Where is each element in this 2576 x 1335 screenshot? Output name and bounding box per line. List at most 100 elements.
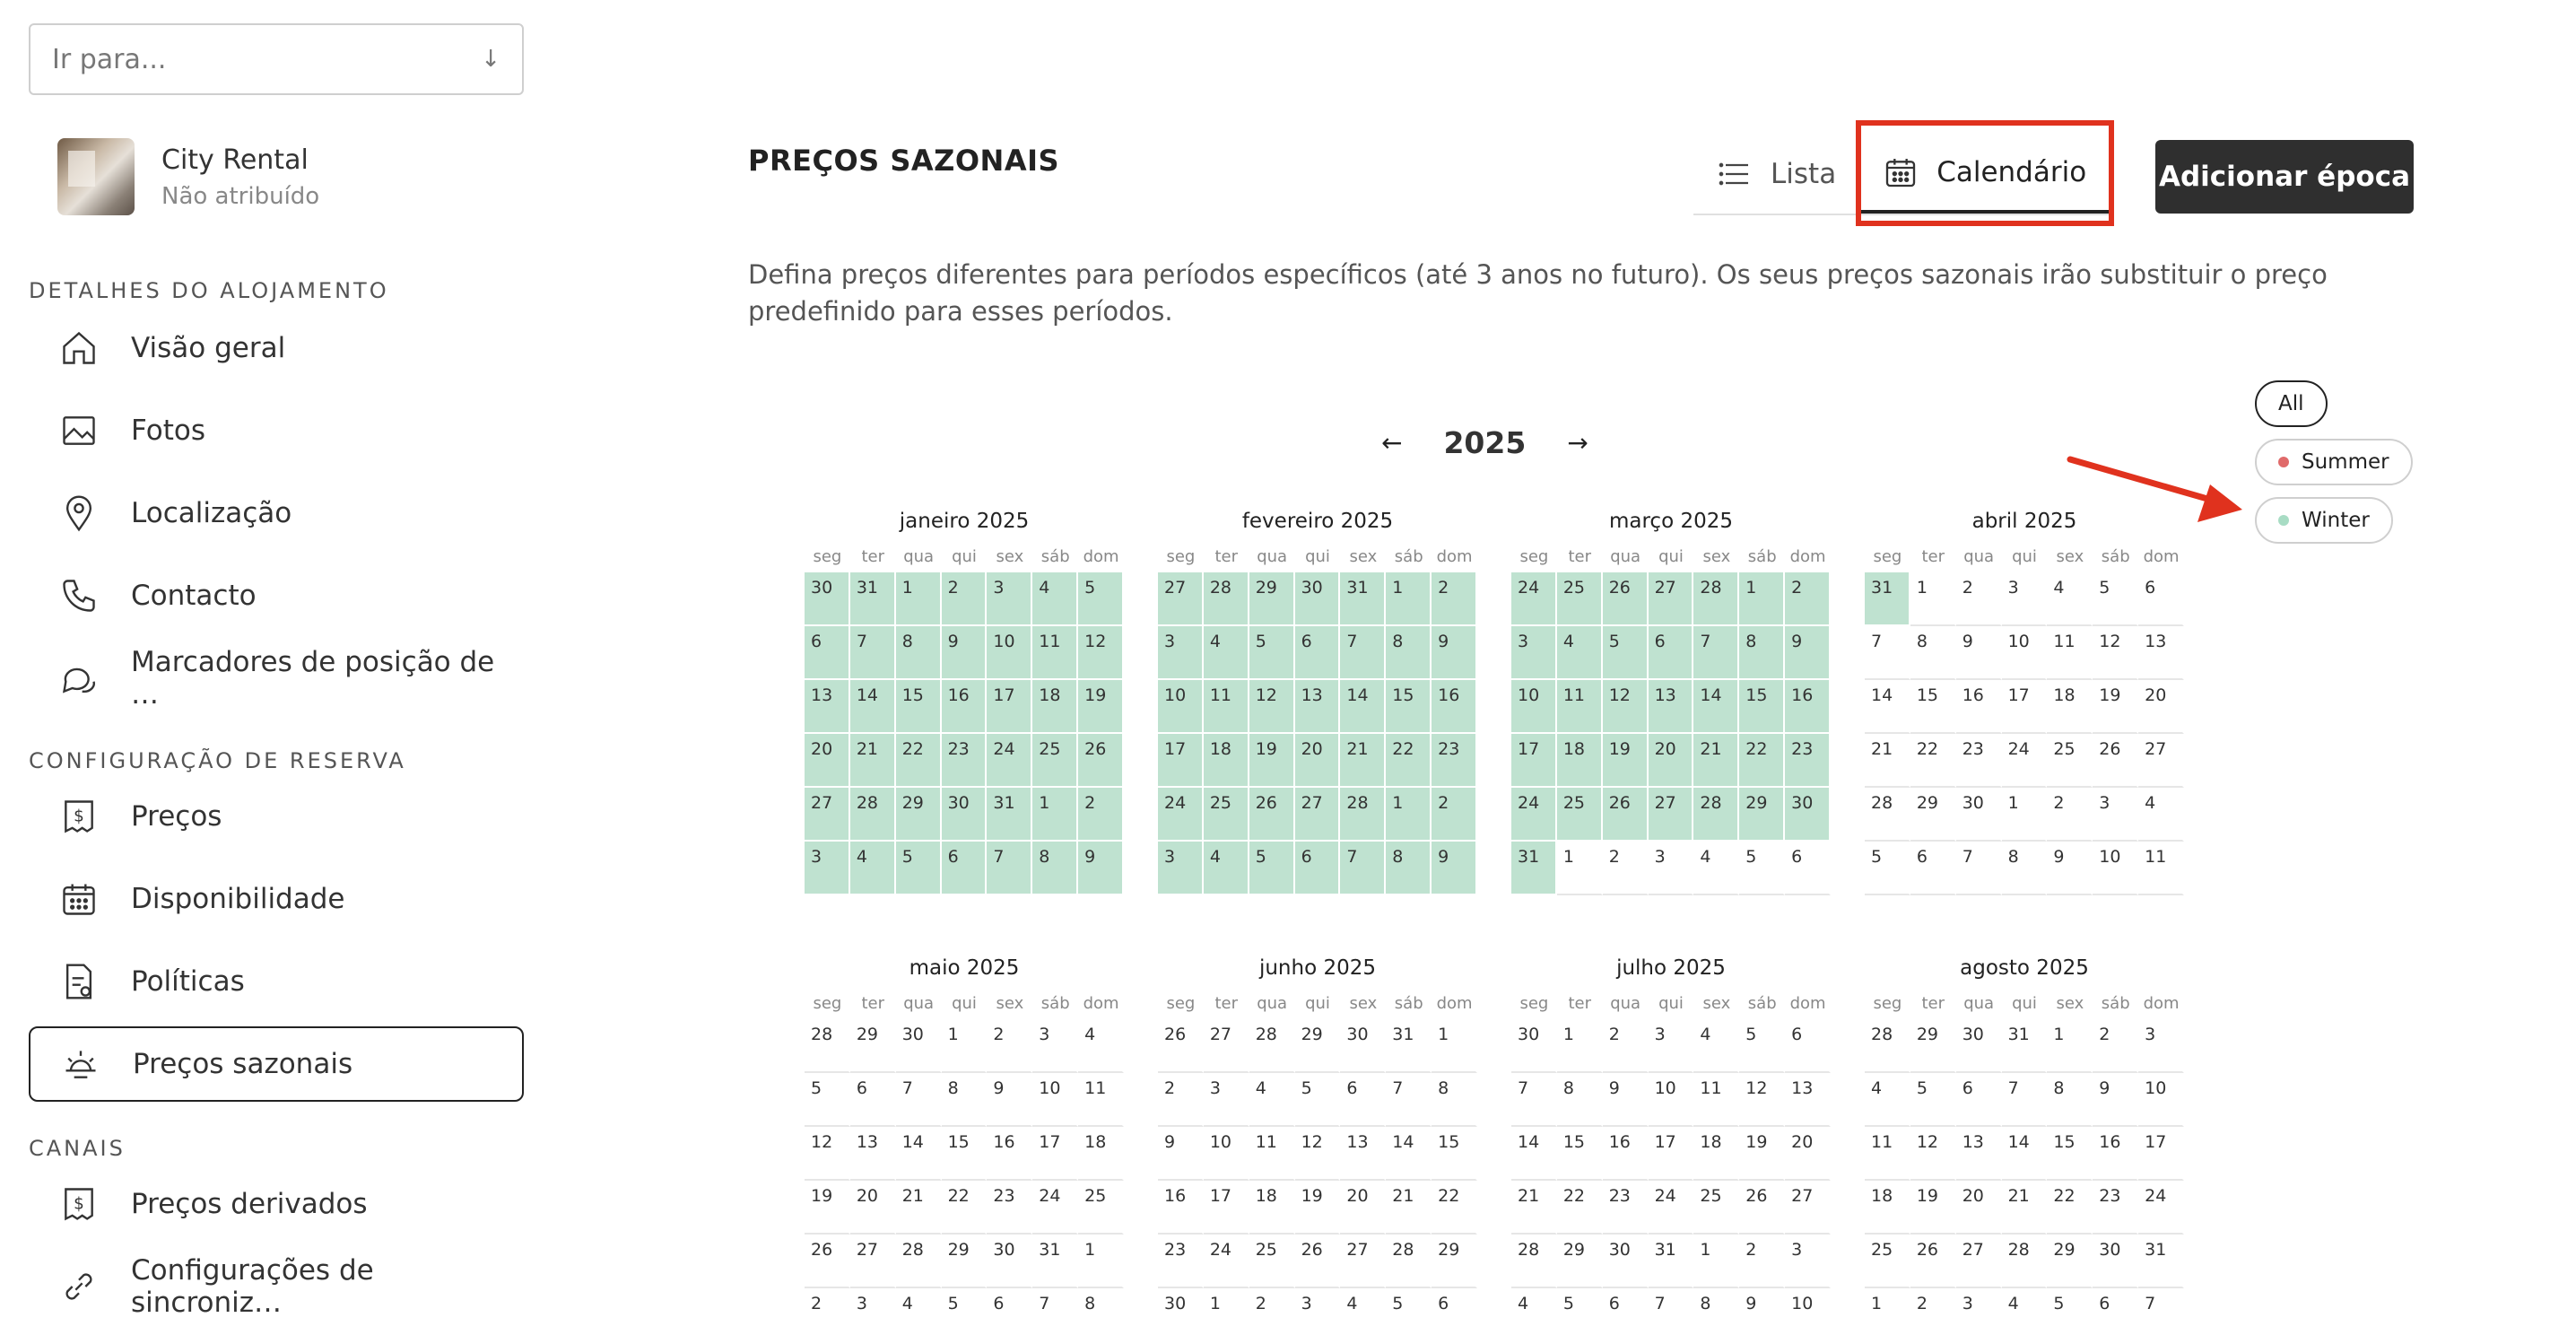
calendar-day[interactable]: 20 [1294,734,1341,788]
calendar-day[interactable]: 28 [1693,572,1740,626]
calendar-day[interactable]: 18 [2047,680,2093,734]
calendar-day[interactable]: 9 [1955,626,2002,680]
calendar-day[interactable]: 3 [1956,1288,2002,1335]
calendar-day[interactable]: 3 [1511,626,1557,680]
calendar-day[interactable]: 24 [2001,734,2048,788]
calendar-day[interactable]: 9 [987,1073,1033,1127]
calendar-day[interactable]: 12 [1739,1073,1786,1127]
filter-summer[interactable]: Summer [2255,439,2413,485]
calendar-day[interactable]: 6 [1432,1288,1477,1335]
calendar-day[interactable]: 31 [1032,1235,1079,1288]
calendar-day[interactable]: 6 [1955,1073,2002,1127]
calendar-day[interactable]: 26 [1602,572,1649,626]
calendar-day[interactable]: 4 [896,1288,942,1335]
calendar-day[interactable]: 8 [1739,626,1786,680]
calendar-day[interactable]: 3 [1158,842,1204,895]
sidebar-item-location[interactable]: Localização [29,476,524,551]
calendar-day[interactable]: 5 [942,1288,988,1335]
calendar-day[interactable]: 2 [941,572,988,626]
calendar-day[interactable]: 27 [1203,1019,1249,1073]
calendar-day[interactable]: 22 [1386,734,1432,788]
calendar-day[interactable]: 28 [1386,1235,1432,1288]
calendar-day[interactable]: 25 [1693,1181,1740,1235]
calendar-day[interactable]: 3 [805,842,850,895]
calendar-day[interactable]: 12 [1078,626,1124,680]
calendar-day[interactable]: 18 [1032,680,1079,734]
calendar-day[interactable]: 11 [2047,626,2093,680]
calendar-day[interactable]: 1 [1204,1288,1249,1335]
calendar-day[interactable]: 26 [1158,1019,1204,1073]
calendar-day[interactable]: 4 [1032,572,1079,626]
calendar-day[interactable]: 16 [987,1127,1033,1181]
calendar-day[interactable]: 5 [1294,1073,1341,1127]
calendar-day[interactable]: 27 [805,788,850,842]
calendar-day[interactable]: 30 [1955,788,2002,842]
calendar-day[interactable]: 28 [2001,1235,2048,1288]
calendar-day[interactable]: 6 [2093,1288,2139,1335]
calendar-day[interactable]: 4 [1249,1073,1295,1127]
calendar-day[interactable]: 10 [1032,1073,1079,1127]
calendar-day[interactable]: 19 [1294,1181,1341,1235]
prev-year-button[interactable]: ← [1381,428,1402,458]
sidebar-item-seasonal-prices[interactable]: Preços sazonais [29,1026,524,1102]
calendar-day[interactable]: 24 [1511,572,1557,626]
calendar-day[interactable]: 29 [1556,1235,1603,1288]
calendar-day[interactable]: 4 [1511,1288,1557,1335]
calendar-day[interactable]: 28 [1865,1019,1910,1073]
tab-list[interactable]: Lista [1693,135,1859,214]
calendar-day[interactable]: 19 [1602,734,1649,788]
calendar-day[interactable]: 27 [1340,1235,1387,1288]
calendar-day[interactable]: 21 [895,1181,942,1235]
calendar-day[interactable]: 5 [2047,1288,2093,1335]
calendar-day[interactable]: 5 [1249,626,1295,680]
calendar-day[interactable]: 7 [1511,1073,1557,1127]
calendar-day[interactable]: 10 [1158,680,1204,734]
calendar-day[interactable]: 17 [2001,680,2048,734]
calendar-day[interactable]: 1 [1432,1019,1477,1073]
calendar-day[interactable]: 26 [805,1235,850,1288]
calendar-day[interactable]: 20 [805,734,850,788]
calendar-day[interactable]: 7 [1340,842,1387,895]
calendar-day[interactable]: 29 [895,788,942,842]
calendar-day[interactable]: 4 [1693,842,1740,895]
calendar-day[interactable]: 15 [1432,1127,1477,1181]
calendar-day[interactable]: 6 [987,1288,1033,1335]
calendar-day[interactable]: 10 [1203,1127,1249,1181]
calendar-day[interactable]: 30 [1955,1019,2002,1073]
calendar-day[interactable]: 15 [1556,1127,1603,1181]
calendar-day[interactable]: 24 [2138,1181,2184,1235]
calendar-day[interactable]: 2 [1249,1288,1295,1335]
calendar-day[interactable]: 24 [1032,1181,1079,1235]
next-year-button[interactable]: → [1567,428,1588,458]
calendar-day[interactable]: 4 [1865,1073,1910,1127]
calendar-day[interactable]: 2 [1432,572,1477,626]
calendar-day[interactable]: 1 [1078,1235,1124,1288]
calendar-day[interactable]: 28 [1511,1235,1557,1288]
calendar-day[interactable]: 11 [1556,680,1603,734]
calendar-day[interactable]: 25 [1203,788,1249,842]
calendar-day[interactable]: 8 [1386,842,1432,895]
calendar-day[interactable]: 20 [1340,1181,1387,1235]
calendar-day[interactable]: 1 [2001,788,2048,842]
sidebar-item-contact[interactable]: Contacto [29,558,524,633]
calendar-day[interactable]: 5 [1865,842,1910,895]
calendar-day[interactable]: 16 [941,680,988,734]
calendar-day[interactable]: 6 [1785,1019,1831,1073]
calendar-day[interactable]: 7 [1693,626,1740,680]
calendar-day[interactable]: 7 [1032,1288,1079,1335]
calendar-day[interactable]: 6 [1340,1073,1387,1127]
calendar-day[interactable]: 18 [1865,1181,1910,1235]
calendar-day[interactable]: 13 [1955,1127,2002,1181]
calendar-day[interactable]: 12 [1249,680,1295,734]
calendar-day[interactable]: 27 [1648,788,1694,842]
calendar-day[interactable]: 5 [1386,1288,1432,1335]
calendar-day[interactable]: 18 [1693,1127,1740,1181]
calendar-day[interactable]: 27 [1294,788,1341,842]
calendar-day[interactable]: 14 [1865,680,1910,734]
calendar-day[interactable]: 29 [1294,1019,1341,1073]
calendar-day[interactable]: 5 [1739,1019,1786,1073]
calendar-day[interactable]: 21 [849,734,896,788]
calendar-day[interactable]: 18 [1078,1127,1124,1181]
calendar-day[interactable]: 19 [1249,734,1295,788]
calendar-day[interactable]: 4 [2002,1288,2048,1335]
